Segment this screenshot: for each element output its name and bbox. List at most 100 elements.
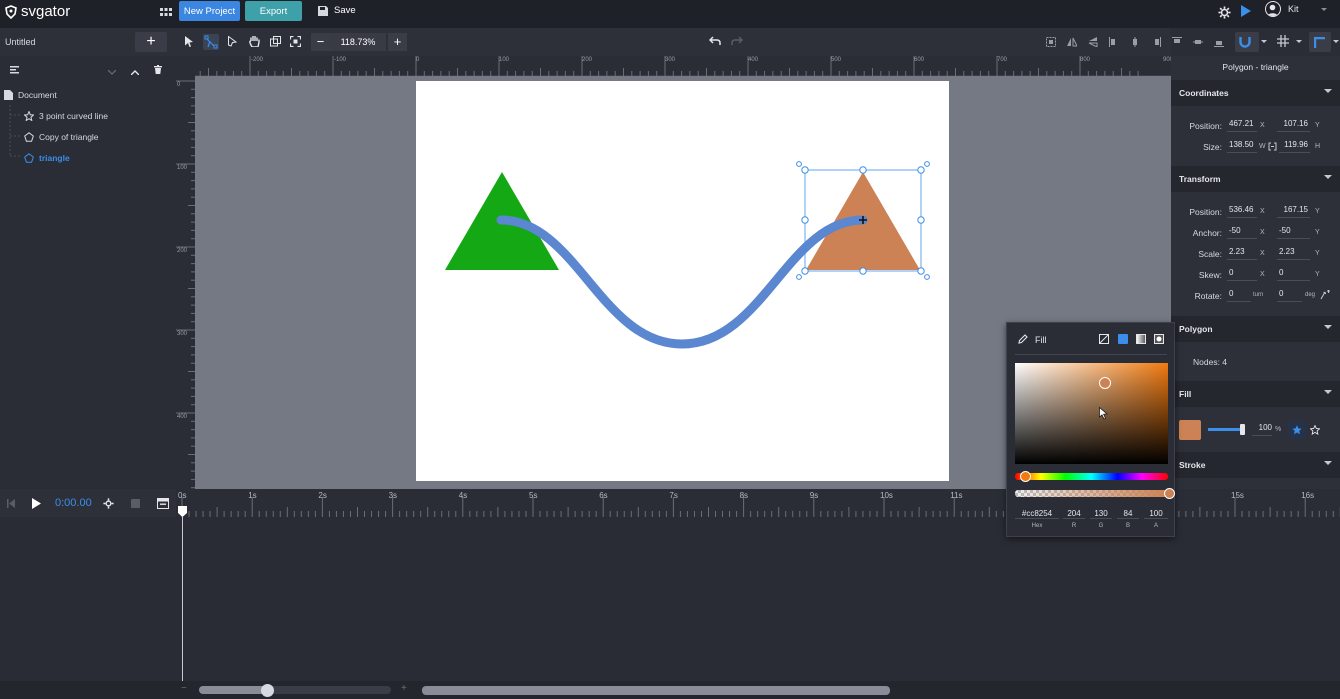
layer-item-selected[interactable]: triangle bbox=[0, 147, 176, 168]
fill-opacity-slider[interactable] bbox=[1208, 428, 1242, 431]
rotate-origin-icon[interactable] bbox=[1320, 290, 1331, 300]
playhead-handle[interactable] bbox=[178, 506, 187, 517]
radial-gradient-icon[interactable] bbox=[1154, 334, 1164, 344]
scale-x-input[interactable]: 2.23 bbox=[1227, 247, 1257, 260]
export-button[interactable]: Export bbox=[245, 1, 302, 21]
alpha-slider[interactable] bbox=[1015, 490, 1168, 497]
anchor-x-input[interactable]: -50 bbox=[1227, 226, 1257, 239]
fill-opacity-slider-handle[interactable] bbox=[1240, 424, 1245, 435]
zoom-out-button[interactable]: − bbox=[311, 33, 330, 51]
scale-y-input[interactable]: 2.23 bbox=[1277, 247, 1310, 260]
sv-picker-handle[interactable] bbox=[1099, 377, 1111, 389]
node-tool-active[interactable] bbox=[203, 34, 219, 50]
coord-position-x-input[interactable]: 467.21 bbox=[1227, 119, 1257, 132]
fill-color-swatch[interactable] bbox=[1179, 420, 1201, 440]
skew-y-input[interactable]: 0 bbox=[1277, 268, 1310, 281]
rotate-turn-input[interactable]: 0 bbox=[1227, 289, 1251, 302]
playhead-line[interactable] bbox=[182, 517, 183, 681]
fit-screen-icon[interactable] bbox=[289, 35, 302, 49]
align-left-icon[interactable] bbox=[1109, 37, 1119, 49]
align-to-icon[interactable] bbox=[1046, 37, 1056, 49]
green-input[interactable]: 130 bbox=[1090, 509, 1112, 519]
star-outline-icon[interactable] bbox=[1310, 425, 1320, 435]
preview-play-icon[interactable] bbox=[1241, 5, 1251, 19]
hue-slider-handle[interactable] bbox=[1020, 471, 1031, 482]
select-tool-icon[interactable] bbox=[185, 36, 194, 49]
undo-icon[interactable] bbox=[708, 36, 721, 48]
saturation-value-area[interactable] bbox=[1015, 363, 1168, 464]
size-height-input[interactable]: 119.96 bbox=[1279, 140, 1310, 153]
curved-line-shape[interactable] bbox=[496, 215, 868, 349]
flip-vertical-icon[interactable] bbox=[1088, 37, 1098, 49]
anchor-y-input[interactable]: -50 bbox=[1277, 226, 1310, 239]
new-project-button[interactable]: New Project bbox=[179, 1, 240, 21]
redo-icon[interactable] bbox=[731, 36, 744, 48]
align-bottom-icon[interactable] bbox=[1214, 37, 1224, 49]
coord-position-y-input[interactable]: 107.16 bbox=[1277, 119, 1310, 132]
guides-chevron-down-icon[interactable] bbox=[1333, 40, 1339, 43]
user-name[interactable]: Kit bbox=[1288, 4, 1299, 14]
timeline-settings-gear-icon[interactable] bbox=[103, 498, 114, 509]
grid-hash-icon[interactable] bbox=[1277, 35, 1289, 49]
zoom-in-timeline-icon[interactable]: + bbox=[401, 683, 407, 694]
no-fill-icon[interactable] bbox=[1099, 334, 1109, 344]
fill-section-header[interactable]: Fill bbox=[1171, 381, 1340, 407]
user-menu-chevron-icon[interactable] bbox=[1321, 8, 1327, 11]
align-center-h-icon[interactable] bbox=[1130, 37, 1140, 49]
transform-position-x-input[interactable]: 536.46 bbox=[1227, 205, 1257, 218]
flip-horizontal-icon[interactable] bbox=[1067, 37, 1078, 49]
play-icon[interactable] bbox=[32, 498, 41, 509]
align-right-icon[interactable] bbox=[1151, 37, 1161, 49]
align-top-icon[interactable] bbox=[1172, 37, 1182, 49]
stop-square-icon[interactable] bbox=[131, 499, 140, 508]
alpha-slider-handle[interactable] bbox=[1164, 488, 1175, 499]
polygon-section-header[interactable]: Polygon bbox=[1171, 316, 1340, 342]
skip-start-icon[interactable] bbox=[7, 499, 15, 508]
coordinates-section-header[interactable]: Coordinates bbox=[1171, 80, 1340, 106]
zoom-out-timeline-icon[interactable]: − bbox=[181, 683, 187, 694]
user-avatar[interactable] bbox=[1265, 1, 1281, 17]
layer-options-icon[interactable] bbox=[10, 66, 19, 76]
link-ratio-icon[interactable] bbox=[1268, 142, 1277, 151]
save-button[interactable]: Save bbox=[318, 5, 356, 16]
fill-opacity-input[interactable]: 100 bbox=[1252, 423, 1272, 436]
hex-input[interactable]: #cc8254 bbox=[1015, 509, 1059, 519]
keyframes-panel-icon[interactable] bbox=[157, 498, 169, 509]
transform-section-header[interactable]: Transform bbox=[1171, 166, 1340, 192]
layer-document[interactable]: Document bbox=[0, 84, 176, 105]
skew-x-input[interactable]: 0 bbox=[1227, 268, 1257, 281]
zoom-in-button[interactable]: + bbox=[388, 33, 407, 51]
add-layer-button[interactable]: + bbox=[135, 32, 167, 52]
stroke-section-header[interactable]: Stroke bbox=[1171, 452, 1340, 478]
grid-chevron-down-icon[interactable] bbox=[1296, 40, 1302, 43]
magnet-snap-toggle[interactable] bbox=[1235, 32, 1259, 52]
fill-favorite-button[interactable] bbox=[1288, 421, 1306, 439]
settings-gear-icon[interactable] bbox=[1218, 6, 1231, 21]
timeline-zoom-handle[interactable] bbox=[261, 684, 274, 697]
red-input[interactable]: 204 bbox=[1063, 509, 1085, 519]
align-middle-v-icon[interactable] bbox=[1193, 37, 1203, 49]
delete-trash-icon[interactable] bbox=[154, 65, 162, 76]
blue-input[interactable]: 84 bbox=[1117, 509, 1139, 519]
project-title[interactable]: Untitled bbox=[5, 37, 36, 47]
layer-item[interactable]: 3 point curved line bbox=[0, 105, 176, 126]
guides-toggle[interactable] bbox=[1309, 32, 1331, 52]
solid-fill-icon[interactable] bbox=[1118, 334, 1128, 344]
timeline-time[interactable]: 0:00.00 bbox=[55, 497, 92, 509]
clone-tool-icon[interactable] bbox=[270, 36, 281, 49]
expand-down-icon[interactable] bbox=[107, 67, 117, 77]
direct-select-icon[interactable] bbox=[228, 35, 238, 49]
transform-position-y-input[interactable]: 167.15 bbox=[1277, 205, 1310, 218]
alpha-input[interactable]: 100 bbox=[1144, 509, 1168, 519]
collapse-up-icon[interactable] bbox=[130, 67, 140, 77]
linear-gradient-icon[interactable] bbox=[1136, 334, 1146, 344]
layer-item[interactable]: Copy of triangle bbox=[0, 126, 176, 147]
hand-pan-icon[interactable] bbox=[249, 35, 260, 49]
snap-chevron-down-icon[interactable] bbox=[1261, 40, 1267, 43]
dashboard-grid-icon[interactable] bbox=[160, 7, 172, 21]
zoom-level-input[interactable]: 118.73% bbox=[330, 33, 386, 51]
size-width-input[interactable]: 138.50 bbox=[1227, 140, 1257, 153]
rotate-deg-input[interactable]: 0 bbox=[1277, 289, 1302, 302]
timeline-horizontal-scrollbar[interactable] bbox=[422, 686, 890, 695]
app-logo[interactable]: svgator bbox=[4, 3, 70, 20]
